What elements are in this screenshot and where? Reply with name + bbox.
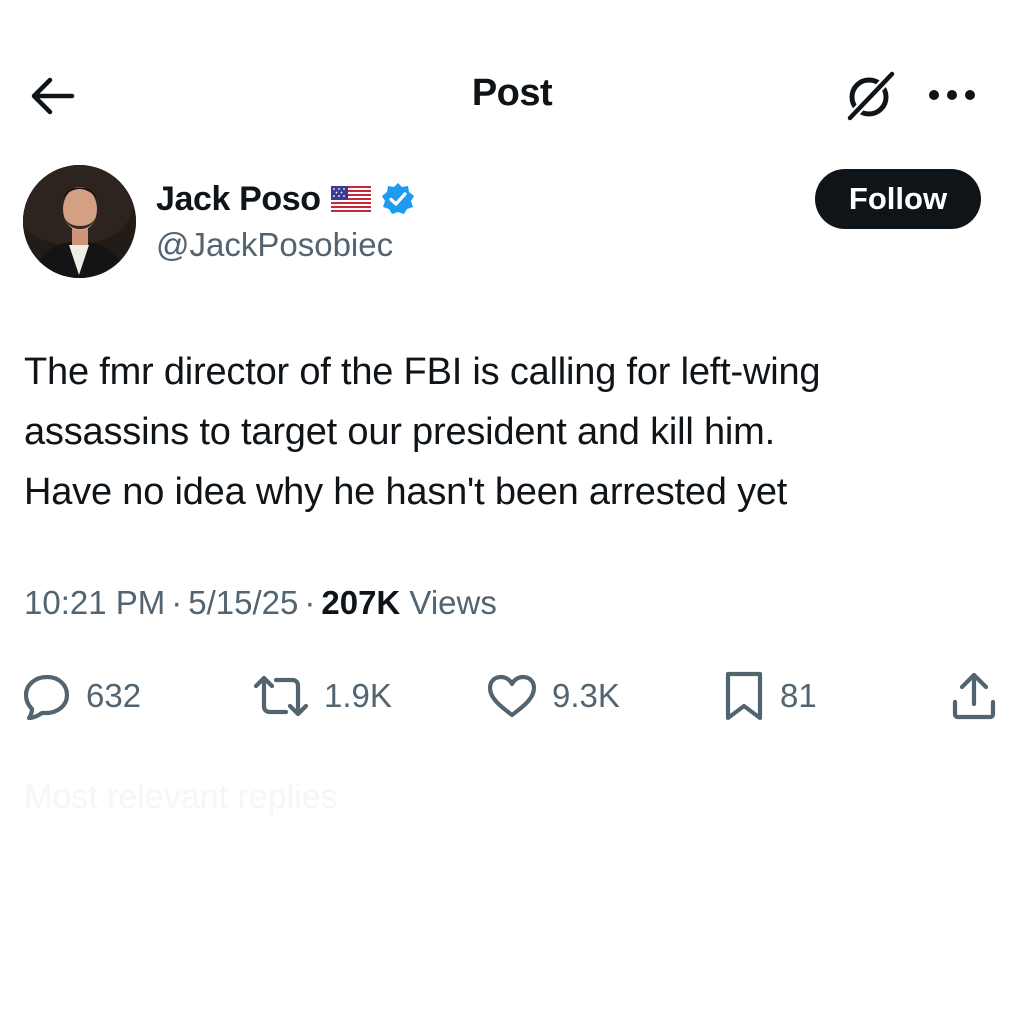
reply-button[interactable]: 632 [22,666,141,726]
more-dots-icon [929,90,975,100]
author-name[interactable]: Jack Poso [156,180,321,219]
replies-sort-label[interactable]: Most relevant replies [24,778,338,817]
grok-icon [845,69,897,123]
us-flag-icon [330,186,371,212]
views-count: 207K [321,584,401,621]
bookmark-icon [725,671,763,721]
bookmark-button[interactable]: 81 [722,666,817,726]
heart-icon [487,674,537,718]
post-date[interactable]: 5/15/25 [188,584,298,621]
views-label: Views [409,584,497,621]
meta-separator: · [171,584,183,621]
share-button[interactable] [950,666,998,726]
grok-button[interactable] [840,66,900,126]
repost-count: 1.9K [324,677,392,714]
post-meta: 10:21 PM · 5/15/25 · 207K Views [24,584,497,622]
repost-button[interactable]: 1.9K [252,666,392,726]
more-button[interactable] [920,70,984,120]
meta-separator: · [304,584,316,621]
like-count: 9.3K [552,677,620,714]
post-text-line: assassins to target our president and ki… [24,411,775,453]
follow-button[interactable]: Follow [815,169,981,229]
author-handle[interactable]: @JackPosobiec [156,226,393,264]
like-button[interactable]: 9.3K [486,666,620,726]
author-name-row: Jack Poso [156,176,415,222]
avatar-photo [23,165,136,278]
reply-icon [23,674,70,720]
repost-icon [253,675,309,717]
verified-badge-icon [381,183,414,214]
bookmark-count: 81 [780,677,817,714]
share-icon [952,672,996,720]
reply-count: 632 [86,677,142,714]
action-bar: 632 1.9K 9.3K 81 [0,660,1024,730]
post-text: The fmr director of the FBI is calling f… [24,342,984,522]
top-bar: Post [0,60,1024,130]
post-screen: Post Jack Poso @JackPosobiec Follow The … [0,0,1024,1024]
post-time[interactable]: 10:21 PM [24,584,165,621]
post-text-line: Have no idea why he hasn't been arrested… [24,471,788,513]
avatar[interactable] [23,165,136,278]
post-text-line: The fmr director of the FBI is calling f… [24,351,821,393]
